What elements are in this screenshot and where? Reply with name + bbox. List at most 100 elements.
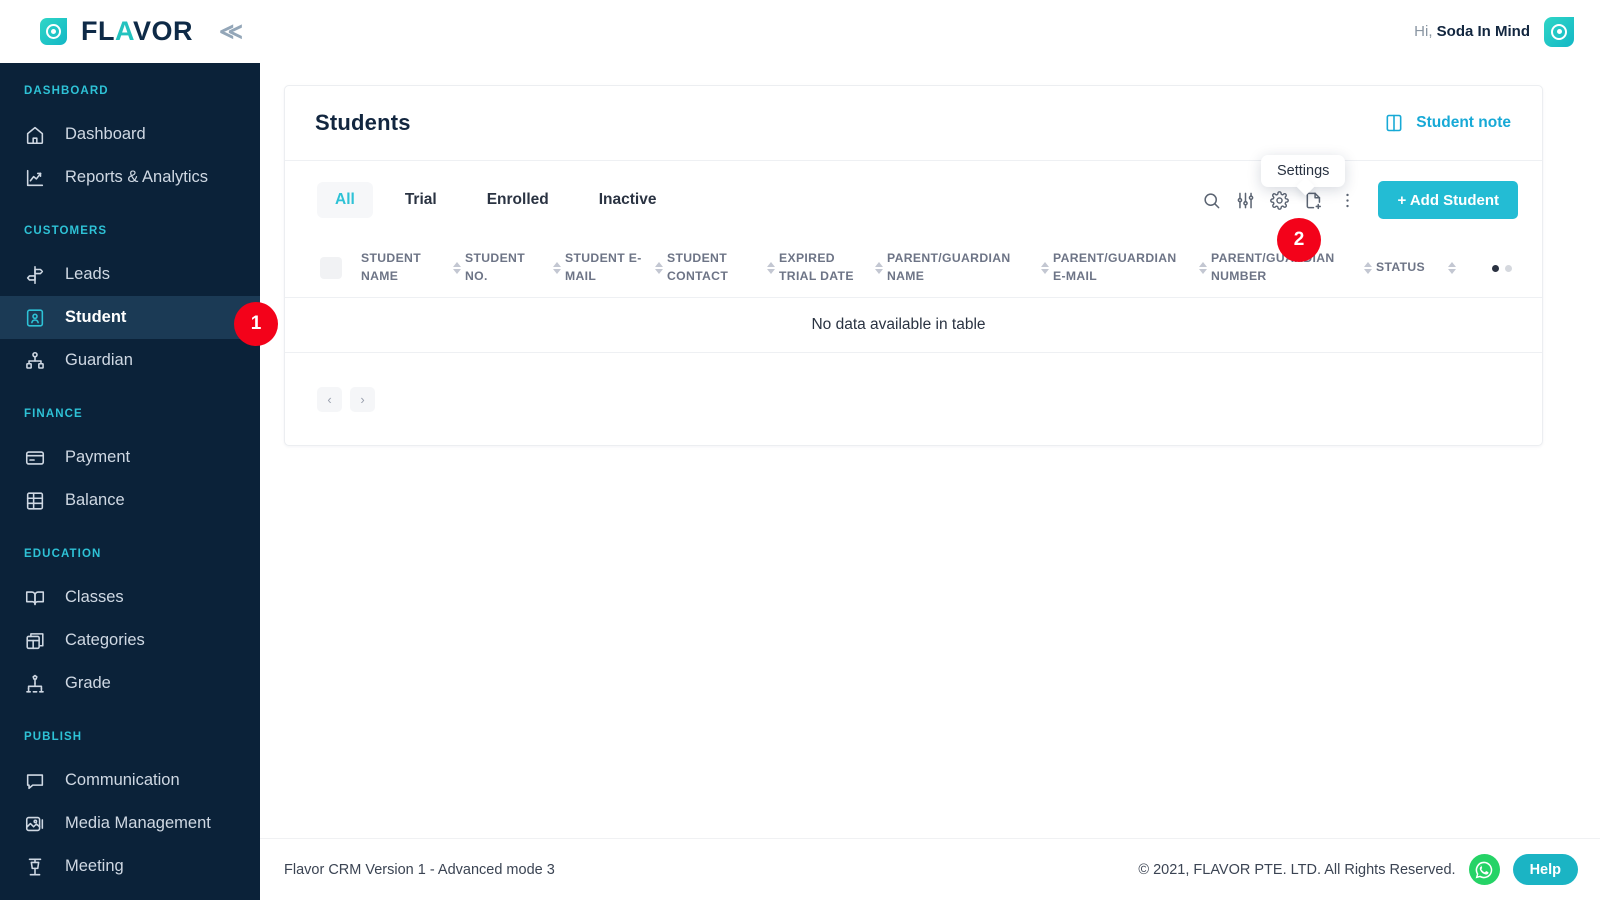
sidebar-item-label: Payment xyxy=(65,448,131,466)
podium-icon xyxy=(24,856,46,878)
sidebar-group-finance: FINANCE Payment Balance xyxy=(0,408,260,522)
help-button[interactable]: Help xyxy=(1512,854,1578,885)
boxes-icon xyxy=(24,630,46,652)
table-column-header[interactable]: STUDENT NAME xyxy=(361,239,465,297)
sort-arrows-icon[interactable] xyxy=(875,262,883,274)
footer-right: © 2021, FLAVOR PTE. LTD. All Rights Rese… xyxy=(1138,854,1578,885)
tab-enrolled[interactable]: Enrolled xyxy=(469,182,567,218)
sort-arrows-icon[interactable] xyxy=(1041,262,1049,274)
sort-arrows-icon[interactable] xyxy=(655,262,663,274)
sort-arrows-icon[interactable] xyxy=(453,262,461,274)
sidebar-item-label: Guardian xyxy=(65,351,133,369)
credit-card-icon xyxy=(24,447,46,469)
table-column-header[interactable]: PARENT/GUARDIAN E-MAIL xyxy=(1053,239,1211,297)
table-empty-state: No data available in table xyxy=(285,297,1542,353)
avatar[interactable] xyxy=(1544,16,1574,47)
book-note-icon xyxy=(1384,113,1404,133)
sort-arrows-icon[interactable] xyxy=(767,262,775,274)
student-note-button[interactable]: Student note xyxy=(1384,113,1511,133)
select-all-cell xyxy=(301,239,361,297)
brand-text-part1: FL xyxy=(81,16,115,46)
tab-trial[interactable]: Trial xyxy=(387,182,455,218)
table-column-header[interactable]: PARENT/GUARDIAN NAME xyxy=(887,239,1053,297)
sidebar-item-payment[interactable]: Payment xyxy=(0,436,260,479)
signpost-icon xyxy=(24,264,46,286)
greeting-prefix: Hi, xyxy=(1414,23,1433,40)
sidebar-item-meeting[interactable]: Meeting xyxy=(0,845,260,888)
sidebar-item-dashboard[interactable]: Dashboard xyxy=(0,113,260,156)
pagination: ‹ › xyxy=(285,353,1542,445)
toolbar-icons: + Add Student xyxy=(1194,181,1518,219)
sidebar-item-label: Media Management xyxy=(65,814,211,832)
grade-hierarchy-icon xyxy=(24,673,46,695)
sidebar-group-education: EDUCATION Classes Categories Grade xyxy=(0,548,260,705)
column-visibility-dots-icon[interactable] xyxy=(1492,239,1518,297)
sidebar-group-label: FINANCE xyxy=(24,408,83,420)
sidebar-item-label: Communication xyxy=(65,771,180,789)
table-column-label: STATUS xyxy=(1376,260,1426,275)
sidebar-item-media-management[interactable]: Media Management xyxy=(0,802,260,845)
table-column-header[interactable]: STATUS xyxy=(1376,239,1460,297)
page-title: Students xyxy=(315,110,411,135)
sidebar-item-student[interactable]: Student xyxy=(0,296,260,339)
copyright-text: © 2021, FLAVOR PTE. LTD. All Rights Rese… xyxy=(1138,861,1456,878)
sidebar-item-guardian[interactable]: Guardian xyxy=(0,339,260,382)
pagination-prev-button[interactable]: ‹ xyxy=(317,386,342,412)
sidebar-item-label: Reports & Analytics xyxy=(65,168,209,186)
search-icon[interactable] xyxy=(1194,183,1228,217)
tab-all[interactable]: All xyxy=(317,182,373,218)
image-stack-icon xyxy=(24,813,46,835)
sort-arrows-icon[interactable] xyxy=(1199,262,1207,274)
kebab-menu-icon[interactable] xyxy=(1330,183,1364,217)
card-toolbar: All Trial Enrolled Inactive + Add Studen… xyxy=(285,161,1542,239)
sidebar-group-label: CUSTOMERS xyxy=(24,225,108,237)
table-column-label: STUDENT E-MAIL xyxy=(565,251,642,283)
home-icon xyxy=(24,124,46,146)
sort-arrows-icon[interactable] xyxy=(1364,262,1372,274)
sidebar-item-leads[interactable]: Leads xyxy=(0,253,260,296)
sidebar-item-communication[interactable]: Communication xyxy=(0,759,260,802)
sidebar-item-classes[interactable]: Classes xyxy=(0,576,260,619)
table-column-label: PARENT/GUARDIAN NAME xyxy=(887,251,1011,283)
table-column-label: STUDENT NO. xyxy=(465,251,526,283)
gear-icon[interactable] xyxy=(1262,183,1296,217)
table-column-header[interactable]: STUDENT E-MAIL xyxy=(565,239,667,297)
sidebar-item-categories[interactable]: Categories xyxy=(0,619,260,662)
table-column-header[interactable]: STUDENT NO. xyxy=(465,239,565,297)
sidebar-group-label: DASHBOARD xyxy=(24,85,109,97)
sidebar-item-label: Balance xyxy=(65,491,125,509)
main-content: Students Student note All Trial Enrolled In… xyxy=(260,63,1600,838)
brand-text-accent: A xyxy=(115,16,133,46)
sidebar-nav: DASHBOARD Dashboard Reports & Analytics CUS… xyxy=(0,63,260,888)
table-column-header[interactable]: EXPIRED TRIAL DATE xyxy=(779,239,887,297)
sidebar-item-label: Student xyxy=(65,308,127,326)
whatsapp-icon[interactable] xyxy=(1468,854,1500,885)
sort-arrows-icon[interactable] xyxy=(553,262,561,274)
sidebar-item-reports-analytics[interactable]: Reports & Analytics xyxy=(0,156,260,199)
sidebar-item-balance[interactable]: Balance xyxy=(0,479,260,522)
brand-wordmark: FLAVOR xyxy=(81,18,193,45)
sidebar-group-publish: PUBLISH Communication Media Management Meet… xyxy=(0,731,260,888)
add-student-button[interactable]: + Add Student xyxy=(1378,181,1518,219)
students-card: Students Student note All Trial Enrolled In… xyxy=(284,85,1543,446)
table-column-label: EXPIRED TRIAL DATE xyxy=(779,251,854,283)
user-name: Soda In Mind xyxy=(1436,23,1530,40)
table-column-label: PARENT/GUARDIAN E-MAIL xyxy=(1053,251,1177,283)
table-column-header[interactable]: STUDENT CONTACT xyxy=(667,239,779,297)
filter-tabs: All Trial Enrolled Inactive xyxy=(317,182,688,218)
student-note-label: Student note xyxy=(1416,114,1511,131)
sidebar-item-label: Grade xyxy=(65,674,111,692)
sidebar-group-customers: CUSTOMERS Leads Student Guardian xyxy=(0,225,260,382)
filter-sliders-icon[interactable] xyxy=(1228,183,1262,217)
sidebar-item-label: Meeting xyxy=(65,857,124,875)
app-root: FLAVOR ≪ DASHBOARD Dashboard Reports & Ana… xyxy=(0,0,1600,900)
chevron-double-left-icon[interactable]: ≪ xyxy=(219,20,243,43)
card-header: Students Student note xyxy=(285,86,1542,161)
tab-inactive[interactable]: Inactive xyxy=(581,182,675,218)
select-all-checkbox[interactable] xyxy=(320,257,342,279)
sort-arrows-icon[interactable] xyxy=(1448,262,1456,274)
sidebar-item-grade[interactable]: Grade xyxy=(0,662,260,705)
pagination-next-button[interactable]: › xyxy=(350,386,375,412)
table-header-row: STUDENT NAME STUDENT NO. STUDENT E-MAIL STU… xyxy=(285,239,1542,297)
chart-line-icon xyxy=(24,167,46,189)
